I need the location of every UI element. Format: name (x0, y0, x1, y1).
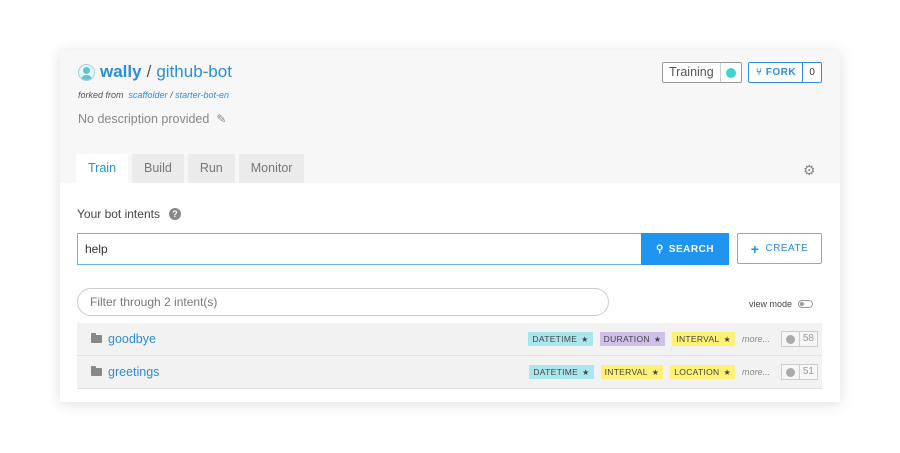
entity-tag[interactable]: LOCATION ★ (670, 365, 735, 379)
description-text: No description provided (78, 112, 210, 126)
intent-name[interactable]: greetings (108, 365, 159, 379)
search-icon: ⚲ (655, 243, 664, 255)
list-item[interactable]: goodbye DATETIME ★ DURATION ★ INTERVAL ★ mo… (77, 323, 822, 356)
view-mode-label: view mode (749, 299, 793, 309)
star-icon: ★ (653, 335, 662, 344)
tab-monitor[interactable]: Monitor (238, 154, 305, 183)
more-link[interactable]: more... (742, 367, 770, 377)
bot-card: wally / github-bot forked from scaffolde… (60, 50, 840, 402)
title-row: wally / github-bot (78, 62, 232, 82)
help-icon[interactable]: ? (168, 208, 181, 220)
star-icon: ★ (723, 335, 731, 344)
chat-bubble-icon (785, 334, 795, 344)
description: No description provided ✎ (78, 112, 226, 126)
fork-count: 0 (809, 67, 815, 78)
plus-icon: + (750, 240, 760, 257)
avatar[interactable] (78, 63, 95, 81)
fork-source-repo-link[interactable]: starter-bot-en (175, 90, 229, 100)
title-separator: / (146, 62, 152, 81)
list-item[interactable]: greetings DATETIME ★ INTERVAL ★ LOCATION ★ … (77, 356, 822, 389)
status-dot-icon (726, 67, 736, 78)
view-mode[interactable]: view mode (749, 299, 814, 309)
entity-tag[interactable]: DATETIME ★ (528, 332, 593, 346)
fork-icon: ⑂ (756, 67, 763, 78)
view-mode-toggle[interactable] (798, 300, 814, 308)
search-input[interactable] (77, 233, 642, 265)
pencil-icon[interactable]: ✎ (216, 112, 226, 126)
search-button[interactable]: ⚲ SEARCH (641, 233, 729, 265)
utterance-count: 51 (780, 364, 818, 380)
folder-icon (91, 333, 102, 343)
create-button-label: CREATE (765, 243, 809, 254)
folder-icon (91, 366, 102, 376)
fork-label: ⑂ FORK (749, 63, 804, 82)
entity-tag[interactable]: DATETIME ★ (529, 365, 594, 379)
utterance-count: 58 (780, 331, 818, 347)
intent-tags: DATETIME ★ DURATION ★ INTERVAL ★ more... (521, 332, 770, 346)
filter-input[interactable] (77, 288, 609, 316)
entity-tag[interactable]: DURATION ★ (599, 332, 666, 346)
entity-tag[interactable]: INTERVAL ★ (672, 332, 735, 346)
gear-icon[interactable]: ⚙ (803, 162, 816, 179)
intent-tags: DATETIME ★ INTERVAL ★ LOCATION ★ more... (522, 365, 770, 379)
intent-list: goodbye DATETIME ★ DURATION ★ INTERVAL ★ mo… (77, 323, 822, 389)
search-button-label: SEARCH (668, 243, 715, 255)
bot-header: wally / github-bot forked from scaffolde… (60, 50, 840, 183)
intent-name[interactable]: goodbye (108, 332, 156, 346)
star-icon: ★ (651, 368, 660, 377)
section-title: Your bot intents ? (77, 207, 181, 221)
utterance-count-value: 51 (798, 365, 817, 379)
tab-build[interactable]: Build (132, 154, 184, 183)
forked-from: forked from scaffolder / starter-bot-en (78, 90, 229, 100)
fork-source-separator: / (170, 90, 173, 100)
fork-source-owner-link[interactable]: scaffolder (129, 90, 168, 100)
owner-link[interactable]: wally (100, 62, 142, 82)
tab-bar: Train Build Run Monitor (76, 154, 308, 183)
section-title-text: Your bot intents (77, 207, 160, 221)
training-status[interactable]: Training (662, 62, 742, 83)
star-icon: ★ (582, 368, 590, 377)
tab-run[interactable]: Run (187, 154, 235, 183)
tab-train[interactable]: Train (76, 154, 129, 183)
training-label: Training (663, 63, 721, 82)
create-button[interactable]: + CREATE (737, 233, 822, 264)
entity-tag[interactable]: INTERVAL ★ (600, 365, 664, 379)
utterance-count-value: 58 (798, 332, 817, 346)
repo-link[interactable]: github-bot (156, 62, 232, 82)
chat-bubble-icon (785, 367, 795, 377)
star-icon: ★ (581, 335, 589, 344)
more-link[interactable]: more... (742, 334, 770, 344)
forked-prefix: forked from (78, 90, 124, 100)
fork-button[interactable]: ⑂ FORK 0 (748, 62, 822, 83)
star-icon: ★ (723, 368, 731, 377)
